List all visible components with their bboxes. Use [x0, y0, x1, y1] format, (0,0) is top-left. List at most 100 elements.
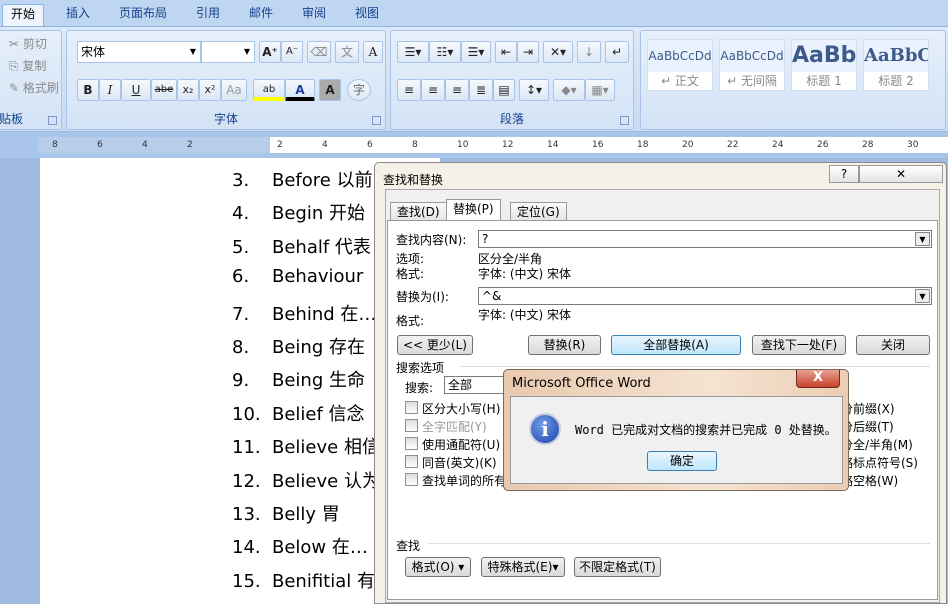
- align-right-icon[interactable]: ≡: [445, 79, 469, 101]
- chevron-down-icon[interactable]: ▼: [915, 289, 930, 303]
- ruler-tick: 22: [727, 140, 739, 150]
- shading-icon[interactable]: ◆▾: [553, 79, 585, 101]
- strikethrough-button[interactable]: abe: [151, 79, 177, 101]
- justify-icon[interactable]: ≣: [469, 79, 493, 101]
- line-number: 12.: [232, 470, 261, 492]
- bullets-icon[interactable]: ☰▾: [397, 41, 429, 63]
- message-close-button[interactable]: X: [796, 370, 840, 388]
- ruler-tick: 12: [502, 140, 514, 150]
- subscript-button[interactable]: x₂: [177, 79, 199, 101]
- tab-goto[interactable]: 定位(G): [510, 202, 567, 222]
- borders-icon[interactable]: ▦▾: [585, 79, 615, 101]
- checkbox-label: 同音(英文)(K): [422, 456, 497, 470]
- replace-all-button[interactable]: 全部替换(A): [611, 335, 741, 355]
- find-next-button[interactable]: 查找下一处(F): [752, 335, 846, 355]
- checkbox-label: 区分大小写(H): [422, 402, 501, 416]
- tab-page-layout[interactable]: 页面布局: [110, 4, 176, 27]
- replace-format-label: 格式:: [396, 314, 425, 328]
- less-button[interactable]: << 更少(L): [397, 335, 473, 355]
- font-color-button[interactable]: A: [285, 79, 315, 101]
- style-heading-2[interactable]: AaBbC 标题 2: [863, 39, 929, 91]
- cut-button[interactable]: ✂ 剪切: [9, 35, 47, 52]
- style-normal[interactable]: AaBbCcDd ↵ 正文: [647, 39, 713, 91]
- italic-button[interactable]: I: [99, 79, 121, 101]
- no-formatting-button[interactable]: 不限定格式(T): [574, 557, 661, 577]
- line-spacing-icon[interactable]: ↕▾: [519, 79, 549, 101]
- ruler-tick: 14: [547, 140, 559, 150]
- format-painter-button[interactable]: ✎ 格式刷: [9, 79, 59, 96]
- style-sample: AaBbCcDd: [648, 49, 712, 63]
- tab-mailings[interactable]: 邮件: [238, 4, 284, 27]
- replace-value: ^&: [482, 289, 502, 303]
- dialog-title: 查找和替换: [383, 173, 444, 187]
- show-marks-icon[interactable]: ↵: [605, 41, 629, 63]
- format-button[interactable]: 格式(O) ▾: [405, 557, 471, 577]
- find-input[interactable]: ? ▼: [478, 230, 932, 248]
- superscript-button[interactable]: x²: [199, 79, 221, 101]
- find-format-label: 格式:: [396, 267, 425, 281]
- shrink-font-button[interactable]: A⁻: [281, 41, 303, 63]
- ruler-tick: 26: [817, 140, 829, 150]
- tab-home[interactable]: 开始: [2, 4, 44, 27]
- replace-button[interactable]: 替换(R): [528, 335, 601, 355]
- numbering-icon[interactable]: ☷▾: [429, 41, 461, 63]
- distribute-icon[interactable]: ▤: [493, 79, 515, 101]
- multilevel-list-icon[interactable]: ☰▾: [461, 41, 491, 63]
- style-heading-1[interactable]: AaBb 标题 1: [791, 39, 857, 91]
- tab-insert[interactable]: 插入: [55, 4, 101, 27]
- line-number: 7.: [232, 303, 250, 325]
- decrease-indent-icon[interactable]: ⇤: [495, 41, 517, 63]
- clear-format-icon[interactable]: ⌫: [307, 41, 331, 63]
- highlight-button[interactable]: ab: [253, 79, 285, 101]
- ruler-tick: 10: [457, 140, 469, 150]
- char-shading-button[interactable]: A: [319, 79, 341, 101]
- checkbox[interactable]: [405, 401, 418, 414]
- search-direction-select[interactable]: 全部: [444, 376, 506, 394]
- font-name-combo[interactable]: 宋体 ▼: [77, 41, 201, 63]
- change-case-button[interactable]: Aa: [221, 79, 247, 101]
- increase-indent-icon[interactable]: ⇥: [517, 41, 539, 63]
- phonetic-guide-button[interactable]: 文: [335, 41, 359, 63]
- dialog-launcher-icon[interactable]: [48, 116, 57, 125]
- replace-input[interactable]: ^& ▼: [478, 287, 932, 305]
- message-title: Microsoft Office Word: [512, 376, 651, 391]
- dialog-close-button[interactable]: ✕: [859, 165, 943, 183]
- tab-replace[interactable]: 替换(P): [446, 199, 501, 222]
- horizontal-ruler[interactable]: 8 6 4 2 2 4 6 8 10 12 14 16 18 20 22 24 26 28 30: [0, 132, 948, 158]
- ruler-tick: 28: [862, 140, 874, 150]
- sort-icon[interactable]: ↓: [577, 41, 601, 63]
- ok-button[interactable]: 确定: [647, 451, 717, 471]
- checkbox[interactable]: [405, 419, 418, 432]
- line-number: 4.: [232, 203, 250, 225]
- special-button[interactable]: 特殊格式(E)▾: [481, 557, 565, 577]
- line-number: 13.: [232, 504, 261, 525]
- tab-view[interactable]: 视图: [344, 4, 390, 27]
- enclose-char-button[interactable]: 字: [347, 79, 371, 101]
- line-text: Before 以前: [272, 170, 373, 191]
- help-button[interactable]: ?: [829, 165, 859, 183]
- checkbox[interactable]: [405, 455, 418, 468]
- underline-button[interactable]: U: [121, 79, 151, 101]
- close-button[interactable]: 关闭: [856, 335, 930, 355]
- dialog-launcher-icon[interactable]: [620, 116, 629, 125]
- tab-references[interactable]: 引用: [185, 4, 231, 27]
- asian-layout-icon[interactable]: ✕▾: [543, 41, 573, 63]
- char-border-button[interactable]: A: [363, 41, 383, 63]
- align-left-icon[interactable]: ≡: [397, 79, 421, 101]
- ruler-bar: 8 6 4 2 2 4 6 8 10 12 14 16 18 20 22 24 26 28 30: [38, 137, 948, 153]
- font-size-combo[interactable]: ▼: [201, 41, 255, 63]
- chevron-down-icon[interactable]: ▼: [915, 232, 930, 246]
- style-no-spacing[interactable]: AaBbCcDd ↵ 无间隔: [719, 39, 785, 91]
- align-center-icon[interactable]: ≡: [421, 79, 445, 101]
- tab-find[interactable]: 查找(D): [390, 202, 447, 222]
- ruler-tick: 6: [367, 140, 373, 150]
- checkbox[interactable]: [405, 437, 418, 450]
- dialog-launcher-icon[interactable]: [372, 116, 381, 125]
- search-options-heading: 搜索选项: [396, 361, 445, 375]
- grow-font-button[interactable]: A⁺: [259, 41, 281, 63]
- copy-button[interactable]: ⎘ 复制: [9, 57, 46, 74]
- tab-review[interactable]: 审阅: [291, 4, 337, 27]
- line-text: Believe 认为: [272, 470, 380, 492]
- bold-button[interactable]: B: [77, 79, 99, 101]
- checkbox[interactable]: [405, 473, 418, 486]
